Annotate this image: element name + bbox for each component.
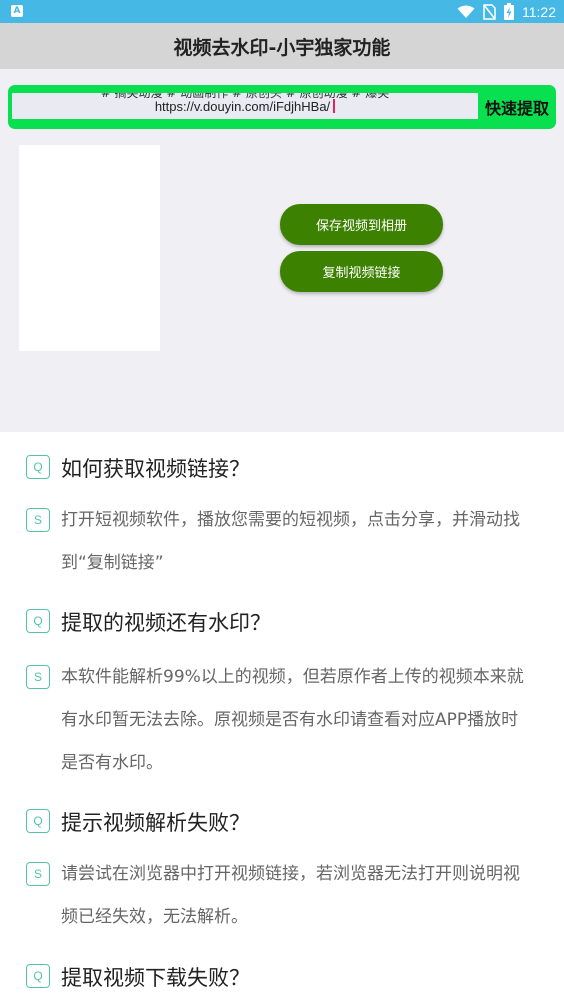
question-badge: Q bbox=[26, 809, 50, 833]
url-input[interactable]: # 搞笑动漫 # 动画制作 # 原创头 # 原创动漫 # 爆笑 https://… bbox=[12, 93, 478, 119]
faq-answer: 本软件能解析99%以上的视频，但若原作者上传的视频本来就有水印暂无法去除。原视频… bbox=[61, 667, 524, 773]
app-notification-icon: A bbox=[11, 5, 23, 17]
url-input-bar: # 搞笑动漫 # 动画制作 # 原创头 # 原创动漫 # 爆笑 https://… bbox=[8, 85, 556, 129]
quick-extract-button[interactable]: 快速提取 bbox=[478, 85, 556, 129]
wifi-icon bbox=[457, 5, 475, 18]
answer-badge: S bbox=[26, 508, 50, 532]
no-sim-icon bbox=[483, 3, 496, 20]
faq-question: 提取视频下载失败？ bbox=[61, 966, 250, 990]
save-video-button[interactable]: 保存视频到相册 bbox=[280, 204, 443, 245]
page-title: 视频去水印-小宇独家功能 bbox=[173, 36, 391, 59]
video-preview[interactable] bbox=[19, 145, 160, 351]
question-badge: Q bbox=[26, 609, 50, 633]
faq-question: 提示视频解析失败？ bbox=[61, 811, 250, 835]
clock: 11:22 bbox=[522, 3, 556, 20]
answer-badge: S bbox=[26, 665, 50, 689]
copy-link-button[interactable]: 复制视频链接 bbox=[280, 251, 443, 292]
question-badge: Q bbox=[26, 455, 50, 479]
question-badge: Q bbox=[26, 964, 50, 988]
app-title-bar: 视频去水印-小宇独家功能 bbox=[0, 23, 564, 69]
faq-answer: 打开短视频软件，播放您需要的短视频，点击分享，并滑动找到“复制链接” bbox=[61, 510, 520, 573]
battery-charging-icon bbox=[504, 3, 514, 20]
url-input-value: https://v.douyin.com/iFdjhHBa/ bbox=[154, 99, 331, 114]
faq-answer: 请尝试在浏览器中打开视频链接，若浏览器无法打开则说明视频已经失效，无法解析。 bbox=[61, 864, 520, 927]
faq-question: 提取的视频还有水印？ bbox=[61, 611, 271, 635]
answer-badge: S bbox=[26, 862, 50, 886]
url-input-text-line2: https://v.douyin.com/iFdjhHBa/ bbox=[12, 99, 478, 114]
extract-panel: # 搞笑动漫 # 动画制作 # 原创头 # 原创动漫 # 爆笑 https://… bbox=[0, 69, 564, 432]
text-cursor bbox=[333, 99, 336, 113]
status-icons: 11:22 bbox=[457, 3, 556, 20]
faq-question: 如何获取视频链接？ bbox=[61, 457, 250, 481]
status-bar: A 11:22 bbox=[0, 0, 564, 23]
